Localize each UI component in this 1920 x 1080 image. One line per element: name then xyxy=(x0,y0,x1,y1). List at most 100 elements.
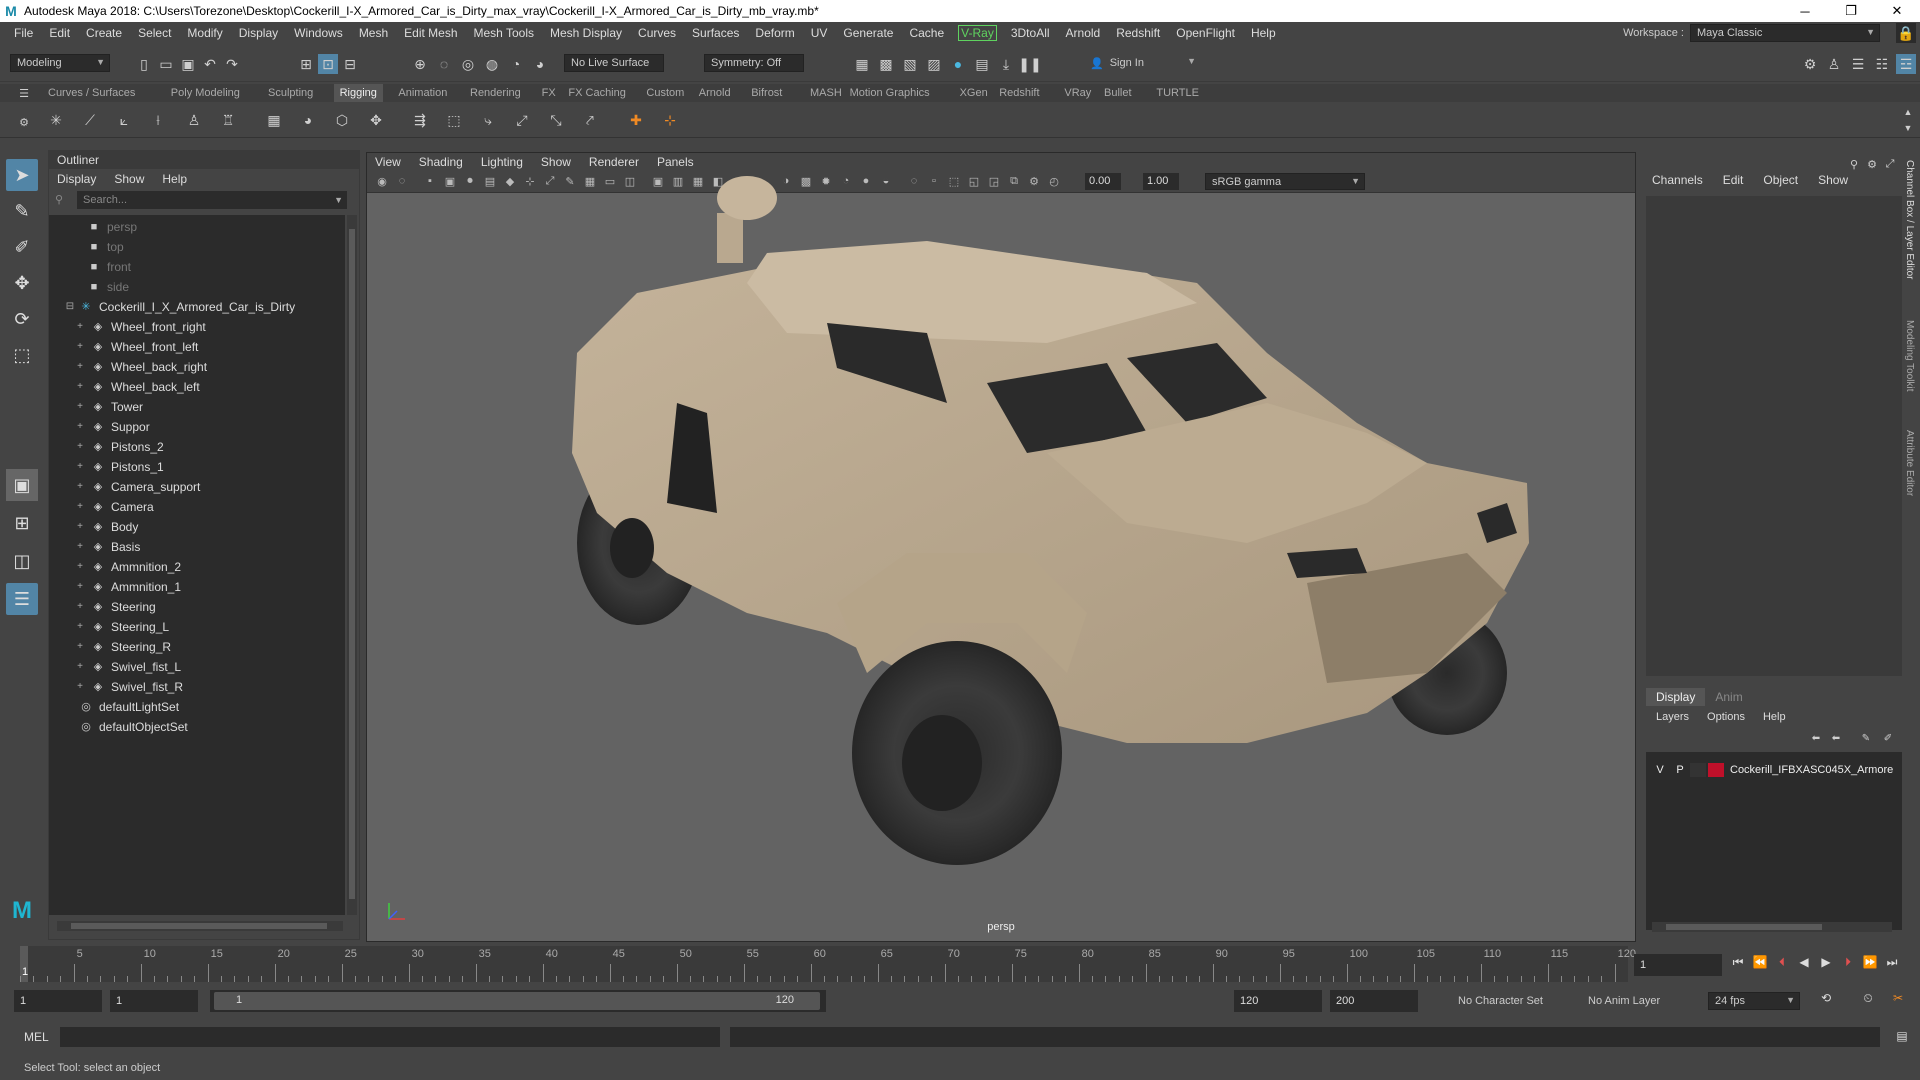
point-constraint-icon[interactable]: ✚ xyxy=(626,110,646,130)
layer-color-swatch[interactable] xyxy=(1708,763,1724,777)
new-layer-selected-icon[interactable]: ✐ xyxy=(1878,728,1898,748)
select-component-icon[interactable]: ⊟ xyxy=(340,54,360,74)
menu-select[interactable]: Select xyxy=(130,26,179,40)
fps-dropdown[interactable]: 24 fps ▼ xyxy=(1708,992,1800,1010)
shelf-tab-turtle[interactable]: TURTLE xyxy=(1150,84,1205,102)
shelf-tab-fx-caching[interactable]: FX Caching xyxy=(562,84,631,102)
side-tab-modeling-toolkit[interactable]: Modeling Toolkit xyxy=(1904,320,1915,392)
playback-start-field[interactable]: 1 xyxy=(110,990,198,1012)
preferences-icon[interactable]: ✂ xyxy=(1890,990,1906,1006)
channel-box-toggle-icon[interactable]: ☲ xyxy=(1896,54,1916,74)
undo-icon[interactable]: ↶ xyxy=(200,54,220,74)
hypershade-icon[interactable]: ● xyxy=(948,54,968,74)
outliner-item[interactable]: + ◈ Steering_R xyxy=(49,637,345,657)
expand-icon[interactable]: + xyxy=(75,517,85,537)
close-icon[interactable]: ✕ xyxy=(1874,0,1920,22)
expand-icon[interactable]: + xyxy=(75,637,85,657)
restore-icon[interactable]: ❐ xyxy=(1828,0,1874,22)
playback-end-field[interactable]: 120 xyxy=(1234,990,1322,1012)
expand-icon[interactable]: + xyxy=(75,357,85,377)
menu-redshift[interactable]: Redshift xyxy=(1108,26,1168,40)
menu-3dtoall[interactable]: 3DtoAll xyxy=(1003,26,1058,40)
menu-display[interactable]: Display xyxy=(231,26,286,40)
pole-vector-icon[interactable]: ⤤ xyxy=(580,110,600,130)
anim-layer-dropdown[interactable]: No Anim Layer xyxy=(1582,992,1694,1010)
go-to-start-icon[interactable]: ⏮ xyxy=(1730,954,1746,970)
menu-layers[interactable]: Layers xyxy=(1656,711,1689,723)
snap-surface-icon[interactable]: ◔ xyxy=(506,54,526,74)
loop-icon[interactable]: ⟲ xyxy=(1818,990,1834,1006)
paint-weights-icon[interactable]: ⬚ xyxy=(444,110,464,130)
ik-spline-icon[interactable]: ⟀ xyxy=(114,110,134,130)
cluster-icon[interactable]: ◕ xyxy=(298,110,318,130)
sculpt-deformer-icon[interactable]: ✥ xyxy=(366,110,386,130)
shelf-tab-vray[interactable]: VRay xyxy=(1058,84,1097,102)
redo-icon[interactable]: ↷ xyxy=(222,54,242,74)
expand-icon[interactable]: + xyxy=(75,437,85,457)
range-slider[interactable]: 1 120 xyxy=(210,990,826,1012)
outliner-camera-top[interactable]: ■ top xyxy=(49,237,345,257)
range-slider-handle[interactable]: 1 120 xyxy=(214,992,820,1010)
step-back-key-icon[interactable]: ⏪ xyxy=(1752,954,1768,970)
outliner-menu-show[interactable]: Show xyxy=(114,172,144,186)
outliner-item[interactable]: + ◈ Camera xyxy=(49,497,345,517)
modeling-toolkit-toggle-icon[interactable]: ⚙ xyxy=(1800,54,1820,74)
outliner-set[interactable]: ◎ defaultObjectSet xyxy=(49,717,345,737)
shelf-settings-icon[interactable]: ⚙ xyxy=(14,112,34,132)
outliner-menu-display[interactable]: Display xyxy=(57,172,96,186)
menu-mesh[interactable]: Mesh xyxy=(351,26,396,40)
insert-joint-icon[interactable]: ⟊ xyxy=(148,110,168,130)
tab-anim[interactable]: Anim xyxy=(1705,688,1752,706)
shelf-tab-rendering[interactable]: Rendering xyxy=(464,84,527,102)
outliner-camera-front[interactable]: ■ front xyxy=(49,257,345,277)
viewport-panel[interactable]: View Shading Lighting Show Renderer Panels 0.… xyxy=(366,152,1636,942)
side-tab-attribute-editor[interactable]: Attribute Editor xyxy=(1904,430,1915,496)
open-scene-icon[interactable]: ▭ xyxy=(156,54,176,74)
layer-visibility-toggle[interactable]: V xyxy=(1650,764,1670,776)
layer-move-down-icon[interactable]: ⬅ xyxy=(1826,728,1846,748)
channel-box-menu-object[interactable]: Object xyxy=(1763,173,1798,187)
joint-tool-icon[interactable]: ✳ xyxy=(46,110,66,130)
go-to-end-icon[interactable]: ⏭ xyxy=(1884,954,1900,970)
minimize-icon[interactable]: ─ xyxy=(1782,0,1828,22)
outliner-item[interactable]: + ◈ Basis xyxy=(49,537,345,557)
menu-create[interactable]: Create xyxy=(78,26,130,40)
channel-box-body[interactable] xyxy=(1646,196,1902,676)
bind-skin-icon[interactable]: ⇶ xyxy=(410,110,430,130)
aim-constraint-icon[interactable]: ⤷ xyxy=(478,110,498,130)
side-tab-channel-box[interactable]: Channel Box / Layer Editor xyxy=(1904,160,1915,280)
channel-box-menu-show[interactable]: Show xyxy=(1818,173,1848,187)
expand-icon[interactable]: + xyxy=(75,337,85,357)
lock-icon[interactable]: 🔒 xyxy=(1896,23,1916,43)
shelf-tab-fx[interactable]: FX xyxy=(536,84,562,102)
menu-cache[interactable]: Cache xyxy=(901,26,952,40)
layer-name[interactable]: Cockerill_IFBXASC045X_Armore xyxy=(1730,764,1893,776)
rotate-tool-icon[interactable]: ⟳ xyxy=(6,303,38,335)
outliner-item[interactable]: + ◈ Swivel_fist_R xyxy=(49,677,345,697)
shelf-tab-xgen[interactable]: XGen xyxy=(954,84,994,102)
render-view-icon[interactable]: ▦ xyxy=(852,54,872,74)
expand-icon[interactable]: + xyxy=(75,657,85,677)
outliner-set[interactable]: ◎ defaultLightSet xyxy=(49,697,345,717)
collapse-icon[interactable]: ⊟ xyxy=(65,297,75,317)
single-perspective-layout-icon[interactable]: ▣ xyxy=(6,469,38,501)
layer-move-up-icon[interactable]: ⬅ xyxy=(1806,728,1826,748)
quick-rig-icon[interactable]: ♖ xyxy=(218,110,238,130)
menu-vray[interactable]: V-Ray xyxy=(958,25,997,41)
menu-file[interactable]: File xyxy=(6,26,41,40)
play-backward-icon[interactable]: ◀ xyxy=(1796,954,1812,970)
save-scene-icon[interactable]: ▣ xyxy=(178,54,198,74)
menu-arnold[interactable]: Arnold xyxy=(1058,26,1109,40)
expand-icon[interactable]: + xyxy=(75,577,85,597)
menu-mesh-display[interactable]: Mesh Display xyxy=(542,26,630,40)
ik-handle-icon[interactable]: ⟋ xyxy=(80,110,100,130)
select-tool-icon[interactable]: ➤ xyxy=(6,159,38,191)
outliner-item[interactable]: + ◈ Swivel_fist_L xyxy=(49,657,345,677)
snap-vertex-icon[interactable]: ◕ xyxy=(530,54,550,74)
expand-icon[interactable]: + xyxy=(75,397,85,417)
outliner-group-root[interactable]: ⊟ ✳ Cockerill_I_X_Armored_Car_is_Dirty xyxy=(49,297,345,317)
outliner-item[interactable]: + ◈ Camera_support xyxy=(49,477,345,497)
time-slider[interactable]: 1 5 10 15 20 25 30 35 40 45 50 55 60 65 70 75 80 85 90 95 1… xyxy=(0,946,1920,982)
shelf-tab-motion-graphics[interactable]: Motion Graphics xyxy=(844,84,936,102)
orient-constraint-icon[interactable]: ⤡ xyxy=(546,110,566,130)
